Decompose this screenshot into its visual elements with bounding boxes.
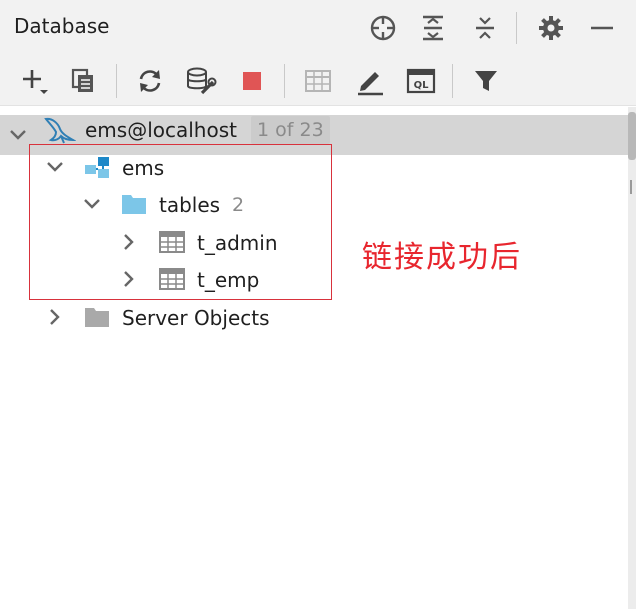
folder-icon (83, 305, 111, 329)
crosshair-icon[interactable] (367, 12, 399, 44)
scrollbar-thumb[interactable] (628, 112, 636, 160)
schema-settings-icon[interactable] (184, 64, 218, 98)
chevron-down-icon[interactable] (7, 124, 29, 146)
chevron-right-icon[interactable] (44, 306, 66, 328)
minimize-icon[interactable] (586, 12, 618, 44)
add-icon[interactable] (17, 64, 51, 98)
annotation-highlight-box (29, 144, 332, 300)
annotation-text: 链接成功后 (362, 240, 522, 275)
expand-all-icon[interactable] (417, 12, 449, 44)
panel-edge-mark (630, 180, 636, 194)
table-view-icon (301, 64, 335, 98)
toolbar-divider (116, 64, 117, 98)
edit-icon[interactable] (353, 64, 387, 98)
toolbar-divider (284, 64, 285, 98)
server-objects-label[interactable]: Server Objects (122, 306, 270, 330)
stop-icon[interactable] (235, 64, 269, 98)
connection-label[interactable]: ems@localhost (85, 118, 237, 142)
database-toolbar: QL (0, 56, 636, 106)
panel-header: Database (0, 0, 636, 56)
svg-text:QL: QL (414, 80, 430, 91)
refresh-icon[interactable] (133, 64, 167, 98)
header-divider (516, 12, 517, 44)
copy-icon[interactable] (66, 64, 100, 98)
mysql-dolphin-icon (42, 115, 76, 145)
collapse-all-icon[interactable] (469, 12, 501, 44)
panel-title: Database (14, 14, 110, 38)
gear-icon[interactable] (535, 12, 567, 44)
ql-console-icon[interactable]: QL (404, 64, 438, 98)
toolbar-divider (452, 64, 453, 98)
connection-count-badge: 1 of 23 (251, 116, 330, 144)
filter-icon[interactable] (469, 64, 503, 98)
